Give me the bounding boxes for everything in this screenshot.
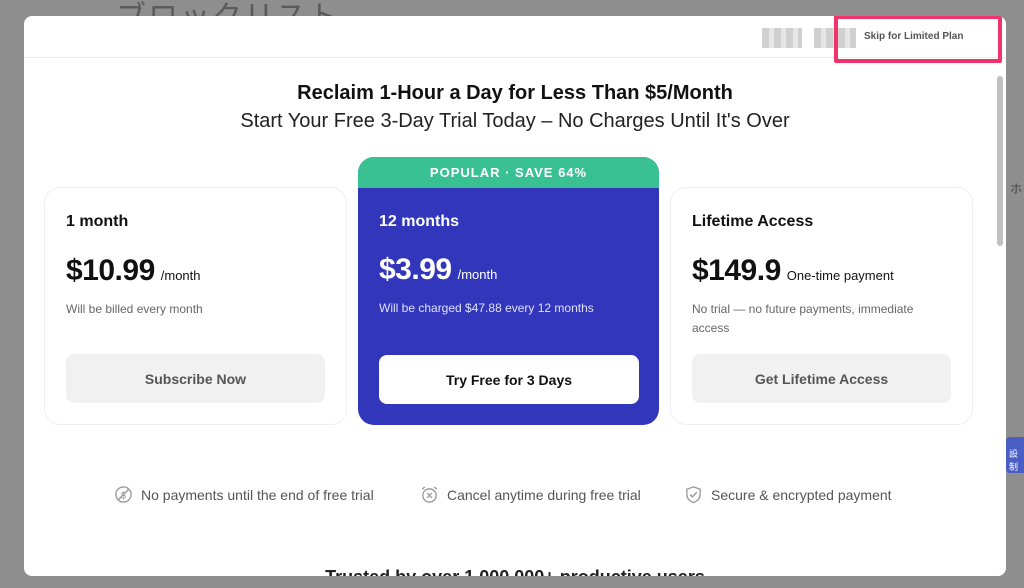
plan-billing-note: Will be billed every month — [66, 302, 203, 316]
plan-price: $3.99 — [379, 253, 452, 286]
plan-price: $10.99 — [66, 254, 155, 287]
plan-price: $149.9 — [692, 254, 781, 287]
try-free-button[interactable]: Try Free for 3 Days — [379, 355, 639, 404]
feature-secure-payment: Secure & encrypted payment — [684, 485, 892, 504]
price-line: $3.99 /month — [379, 253, 497, 287]
plan-period: /month — [457, 267, 498, 282]
plan-period: One-time payment — [786, 268, 894, 283]
alarm-clock-icon — [421, 486, 438, 503]
shield-check-icon — [686, 486, 701, 504]
subheadline: Start Your Free 3-Day Trial Today – No C… — [240, 110, 790, 132]
trust-heading: Trusted by over 1,000,000+ productive us… — [24, 567, 1006, 576]
background-side-text: ホ — [1009, 182, 1022, 196]
feature-text: No payments until the end of free trial — [141, 486, 374, 503]
price-line: $10.99 /month — [66, 254, 201, 288]
pricing-modal: Skip for Limited Plan Reclaim 1-Hour a D… — [24, 16, 1006, 576]
modal-scrollbar[interactable] — [996, 76, 1004, 296]
plan-period: /month — [160, 268, 201, 283]
background-side-button: 設制 — [1006, 437, 1024, 473]
plan-billing-note: Will be charged $47.88 every 12 months — [379, 301, 594, 315]
blurred-content — [762, 28, 802, 48]
skip-for-limited-plan-link[interactable]: Skip for Limited Plan — [864, 31, 963, 42]
feature-text: Cancel anytime during free trial — [447, 486, 641, 503]
plan-name: 1 month — [66, 213, 129, 230]
plan-card-1-month: 1 month $10.99 /month Will be billed eve… — [44, 187, 347, 425]
get-lifetime-access-button[interactable]: Get Lifetime Access — [692, 354, 951, 403]
feature-no-payments: $ No payments until the end of free tria… — [114, 485, 374, 504]
feature-cancel-anytime: Cancel anytime during free trial — [420, 485, 641, 504]
plan-name: Lifetime Access — [692, 213, 814, 230]
plan-card-12-months: POPULAR · SAVE 64% 12 months $3.99 /mont… — [358, 157, 659, 425]
plan-billing-note: No trial — no future payments, immediate… — [692, 302, 914, 335]
modal-top-bar: Skip for Limited Plan — [24, 16, 1006, 63]
price-line: $149.9 One-time payment — [692, 254, 894, 288]
subscribe-now-button[interactable]: Subscribe Now — [66, 354, 325, 403]
headline: Reclaim 1-Hour a Day for Less Than $5/Mo… — [297, 82, 733, 104]
popular-badge: POPULAR · SAVE 64% — [358, 157, 659, 188]
plan-card-lifetime: Lifetime Access $149.9 One-time payment … — [670, 187, 973, 425]
plan-name: 12 months — [379, 213, 460, 230]
no-payment-icon: $ — [115, 486, 132, 503]
feature-text: Secure & encrypted payment — [711, 486, 892, 503]
